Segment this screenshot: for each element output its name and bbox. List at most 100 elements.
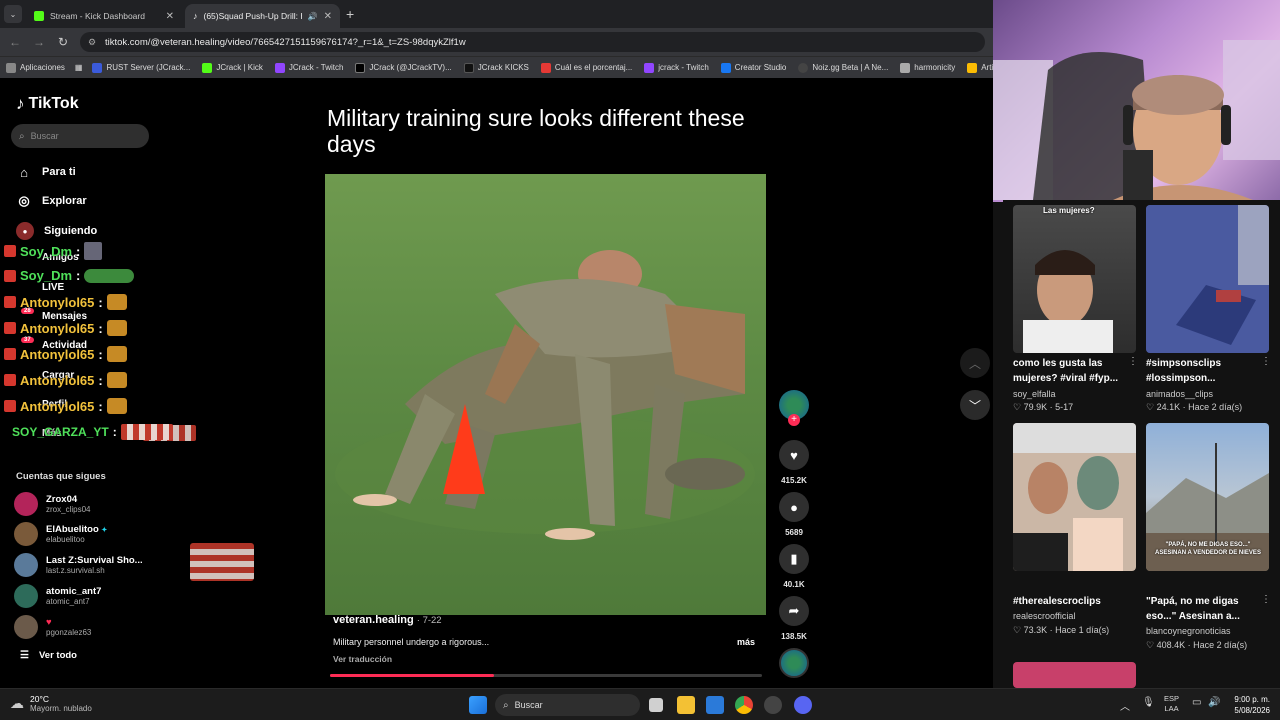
like-button[interactable]: ♥ bbox=[779, 440, 809, 470]
video-author[interactable]: realescroofficial bbox=[1013, 611, 1075, 621]
webcam-feed bbox=[993, 0, 1280, 202]
bookmark-item[interactable]: JCrack | Kick bbox=[196, 62, 269, 73]
video-author[interactable]: blancoynegronoticias bbox=[1146, 626, 1231, 636]
twitch-icon bbox=[644, 62, 655, 73]
reload-icon[interactable]: ↻ bbox=[51, 35, 75, 49]
discord-icon[interactable] bbox=[794, 696, 812, 714]
followed-account[interactable]: atomic_ant7 atomic_ant7 bbox=[14, 584, 101, 608]
s-icon bbox=[540, 62, 551, 73]
grid-icon: ▦ bbox=[74, 63, 83, 72]
obs-icon[interactable] bbox=[764, 696, 782, 714]
nav-para-ti[interactable]: ⌂ Para ti bbox=[16, 164, 76, 180]
chat-badge-icon bbox=[4, 322, 16, 334]
close-tab-icon[interactable]: ✕ bbox=[324, 11, 332, 22]
share-button[interactable]: ➦ bbox=[779, 596, 809, 626]
language-indicator[interactable]: ESP LAA bbox=[1164, 694, 1179, 714]
followed-account[interactable]: ♥ pgonzalez63 bbox=[14, 615, 91, 639]
bookmark-item[interactable]: JCrack KICKS bbox=[458, 62, 535, 73]
avatar bbox=[14, 615, 38, 639]
volume-icon[interactable]: 🔊 bbox=[1208, 697, 1220, 708]
tab-kick-dashboard[interactable]: Stream - Kick Dashboard ✕ bbox=[26, 4, 182, 28]
save-button[interactable]: ▮ bbox=[779, 544, 809, 574]
forward-icon[interactable]: → bbox=[27, 35, 51, 49]
task-view-icon[interactable] bbox=[649, 698, 663, 712]
translate-link[interactable]: Ver traducción bbox=[333, 654, 392, 664]
video-title[interactable]: #therealescroclips bbox=[1013, 594, 1133, 609]
video-title[interactable]: como les gusta las mujeres? #viral #fyp.… bbox=[1013, 356, 1133, 386]
emote-icon bbox=[84, 268, 135, 283]
more-options-icon[interactable]: ⋮ bbox=[1128, 356, 1138, 367]
video-author[interactable]: veteran.healing · 7-22 bbox=[333, 614, 442, 626]
file-explorer-icon[interactable] bbox=[677, 696, 695, 714]
more-options-icon[interactable]: ⋮ bbox=[1261, 594, 1271, 605]
tray-overflow-icon[interactable]: ︿ bbox=[1120, 698, 1130, 713]
video-frame bbox=[335, 250, 755, 540]
video-thumbnail[interactable] bbox=[1013, 423, 1136, 571]
tab-tiktok-video[interactable]: ♪ (65)Squad Push-Up Drill: He 🔊 ✕ bbox=[185, 4, 340, 28]
video-thumbnail[interactable]: "PAPÁ, NO ME DIGAS ESO..." ASESINAN A VE… bbox=[1146, 423, 1269, 571]
avatar bbox=[14, 492, 38, 516]
video-author[interactable]: soy_elfalla bbox=[1013, 389, 1056, 399]
bookmark-item[interactable]: harmonicity bbox=[894, 62, 961, 73]
mail-icon[interactable] bbox=[706, 696, 724, 714]
bookmark-grid[interactable]: ▦ bbox=[71, 63, 87, 72]
video-thumbnail[interactable]: Las mujeres? bbox=[1013, 205, 1136, 353]
url-field[interactable]: ⚙ tiktok.com/@veteran.healing/video/7665… bbox=[80, 32, 985, 52]
bookmark-item[interactable]: Cuál es el porcentaj... bbox=[535, 62, 638, 73]
follow-plus-icon[interactable]: + bbox=[788, 414, 800, 426]
back-icon[interactable]: ← bbox=[3, 35, 27, 49]
close-tab-icon[interactable]: ✕ bbox=[166, 11, 174, 22]
nav-siguiendo[interactable]: ● Siguiendo bbox=[16, 222, 97, 240]
home-icon: ⌂ bbox=[20, 164, 28, 180]
bookmark-item[interactable]: Articu bbox=[961, 62, 993, 73]
display-icon[interactable]: ▭ bbox=[1192, 697, 1201, 708]
followed-account[interactable]: ElAbuelitoo ✦ elabuelitoo bbox=[14, 522, 107, 546]
video-player[interactable] bbox=[325, 174, 766, 615]
taskbar-search[interactable]: ⌕ Buscar bbox=[495, 694, 640, 716]
tab-search-button[interactable]: ⌄ bbox=[4, 5, 22, 23]
bookmark-item[interactable]: JCrack - Twitch bbox=[269, 62, 350, 73]
see-all-link[interactable]: ☰ Ver todo bbox=[20, 650, 77, 661]
video-author[interactable]: animados__clips bbox=[1146, 389, 1213, 399]
clock[interactable]: 9:00 p. m. 5/08/2026 bbox=[1228, 694, 1270, 716]
weather-widget[interactable]: ☁ 20°C Mayorm. nublado bbox=[10, 694, 92, 713]
followed-account[interactable]: Last Z:Survival Sho... last.z.survival.sh bbox=[14, 553, 143, 577]
progress-track[interactable] bbox=[330, 674, 762, 677]
bookmark-apps[interactable]: Aplicaciones bbox=[0, 62, 71, 73]
followed-account[interactable]: Zrox04 zrox_clips04 bbox=[14, 492, 90, 516]
new-tab-button[interactable]: + bbox=[346, 6, 354, 22]
bookmark-item[interactable]: JCrack (@JCrackTV)... bbox=[349, 62, 457, 73]
bookmark-icon: ▮ bbox=[790, 551, 798, 566]
microphone-icon[interactable]: 🎙 bbox=[1142, 697, 1155, 708]
bookmark-item[interactable]: jcrack - Twitch bbox=[638, 62, 715, 73]
more-link[interactable]: más bbox=[737, 637, 755, 647]
thumbnail-image bbox=[1013, 423, 1136, 571]
next-video-button[interactable]: ﹀ bbox=[960, 390, 990, 420]
stream-overlay-sticker bbox=[190, 543, 254, 581]
video-title[interactable]: "Papá, no me digas eso..." Asesinan a... bbox=[1146, 594, 1266, 624]
tiktok-logo[interactable]: ♪ TikTok bbox=[16, 94, 79, 114]
nav-explorar[interactable]: ◎ Explorar bbox=[16, 193, 86, 209]
heart-outline-icon: ♡ bbox=[1013, 625, 1022, 635]
chrome-icon[interactable] bbox=[735, 696, 753, 714]
video-date: 7-22 bbox=[422, 615, 442, 626]
site-info-icon[interactable]: ⚙ bbox=[88, 37, 96, 48]
start-button-icon[interactable] bbox=[469, 696, 487, 714]
bookmark-item[interactable]: RUST Server (JCrack... bbox=[86, 62, 196, 73]
progress-fill bbox=[330, 674, 495, 677]
more-options-icon[interactable]: ⋮ bbox=[1261, 356, 1271, 367]
video-title[interactable]: #simpsonsclips #lossimpson... bbox=[1146, 356, 1266, 386]
thumbnail-image bbox=[1023, 250, 1113, 353]
video-thumbnail[interactable] bbox=[1146, 205, 1269, 353]
bookmark-item[interactable]: Noiz.gg Beta | A Ne... bbox=[792, 62, 894, 73]
chat-badge-icon bbox=[4, 374, 16, 386]
search-input[interactable]: ⌕ Buscar bbox=[11, 124, 149, 148]
comment-button[interactable]: ● bbox=[779, 492, 809, 522]
chat-message: Antonylol65: bbox=[4, 372, 127, 388]
video-thumbnail[interactable] bbox=[1013, 662, 1136, 688]
audio-icon[interactable]: 🔊 bbox=[308, 12, 318, 21]
sound-disc-icon[interactable] bbox=[779, 648, 809, 678]
bookmark-item[interactable]: Creator Studio bbox=[715, 62, 793, 73]
previous-video-button[interactable]: ︿ bbox=[960, 348, 990, 378]
kick-icon bbox=[34, 11, 44, 21]
